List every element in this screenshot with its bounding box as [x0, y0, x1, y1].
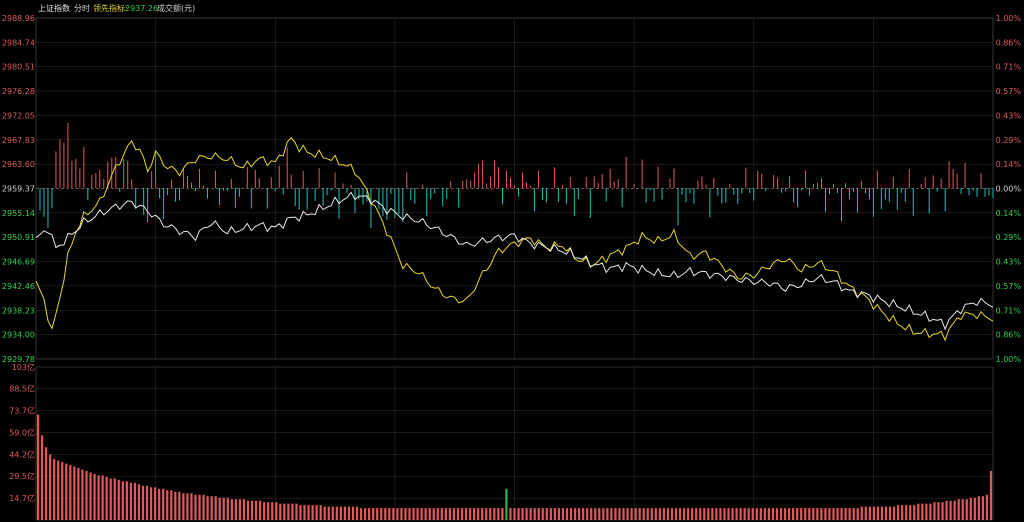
- percent-tick-label: 0.14%: [996, 209, 1022, 218]
- price-tick-label: 2934.00: [2, 331, 35, 340]
- percent-tick-label: 0.86%: [996, 38, 1022, 47]
- price-tick-label: 2967.83: [2, 136, 35, 145]
- volume-tick-label: 29.5亿: [9, 471, 35, 481]
- percent-tick-label: 0.29%: [996, 233, 1022, 242]
- price-delta-bars: [39, 123, 994, 228]
- volume-tick-label: 59.0亿: [9, 427, 35, 437]
- percent-tick-label: 0.29%: [996, 136, 1022, 145]
- price-tick-label: 2988.96: [2, 14, 35, 23]
- price-tick-label: 2980.51: [2, 63, 35, 72]
- percent-tick-label: 0.14%: [996, 160, 1022, 169]
- chart-header: 上证指数 分时 领先指标: 2937.26 成交额(元): [38, 3, 195, 13]
- volume-tick-label: 14.7亿: [9, 493, 35, 503]
- price-tick-label: 2972.05: [2, 111, 35, 120]
- view-mode-label[interactable]: 分时: [74, 3, 90, 13]
- percent-tick-label: 0.71%: [996, 63, 1022, 72]
- intraday-chart[interactable]: 上证指数 分时 领先指标: 2937.26 成交额(元) 2988.96 2984…: [0, 0, 1024, 522]
- price-tick-label: 2963.60: [2, 160, 35, 169]
- percent-tick-label: 1.00%: [996, 355, 1022, 364]
- price-tick-label: 2984.74: [2, 38, 35, 47]
- leading-indicator-value: 2937.26: [125, 4, 158, 13]
- percent-tick-label: 1.00%: [996, 14, 1022, 23]
- volume-tick-label: 103亿: [12, 362, 35, 372]
- leading-indicator-label: 领先指标:: [93, 3, 128, 13]
- percent-tick-label: 0.43%: [996, 111, 1022, 120]
- volume-label: 成交额(元): [157, 3, 195, 13]
- price-tick-label: 2950.91: [2, 233, 35, 242]
- volume-tick-label: 73.7亿: [9, 406, 35, 416]
- volume-tick-label: 88.5亿: [9, 384, 35, 394]
- percent-tick-label: 0.57%: [996, 87, 1022, 96]
- index-name[interactable]: 上证指数: [38, 3, 70, 13]
- volume-tick-label: 44.2亿: [9, 449, 35, 459]
- price-tick-label: 2946.69: [2, 258, 35, 267]
- price-tick-label: 2976.28: [2, 87, 35, 96]
- price-tick-label: 2955.14: [2, 209, 35, 218]
- percent-axis-right: 1.00% 0.86% 0.71% 0.57% 0.43% 0.29% 0.14% 0.00%…: [996, 14, 1022, 364]
- price-tick-label: 2942.46: [2, 282, 35, 291]
- percent-tick-label: 0.86%: [996, 331, 1022, 340]
- price-tick-label: 2959.37: [2, 185, 35, 194]
- price-tick-label: 2938.23: [2, 306, 35, 315]
- percent-tick-label: 0.57%: [996, 282, 1022, 291]
- price-axis-left: 2988.96 2984.74 2980.51 2976.28 2972.05 2967.…: [2, 14, 35, 364]
- percent-tick-label: 0.43%: [996, 258, 1022, 267]
- volume-axis: 103亿 88.5亿 73.7亿 59.0亿 44.2亿 29.5亿 14.7亿: [9, 362, 35, 503]
- chart-canvas[interactable]: 上证指数 分时 领先指标: 2937.26 成交额(元) 2988.96 2984…: [0, 0, 1024, 522]
- grid-lines: [35, 17, 994, 521]
- percent-tick-label: 0.71%: [996, 306, 1022, 315]
- percent-tick-label: 0.00%: [996, 185, 1022, 194]
